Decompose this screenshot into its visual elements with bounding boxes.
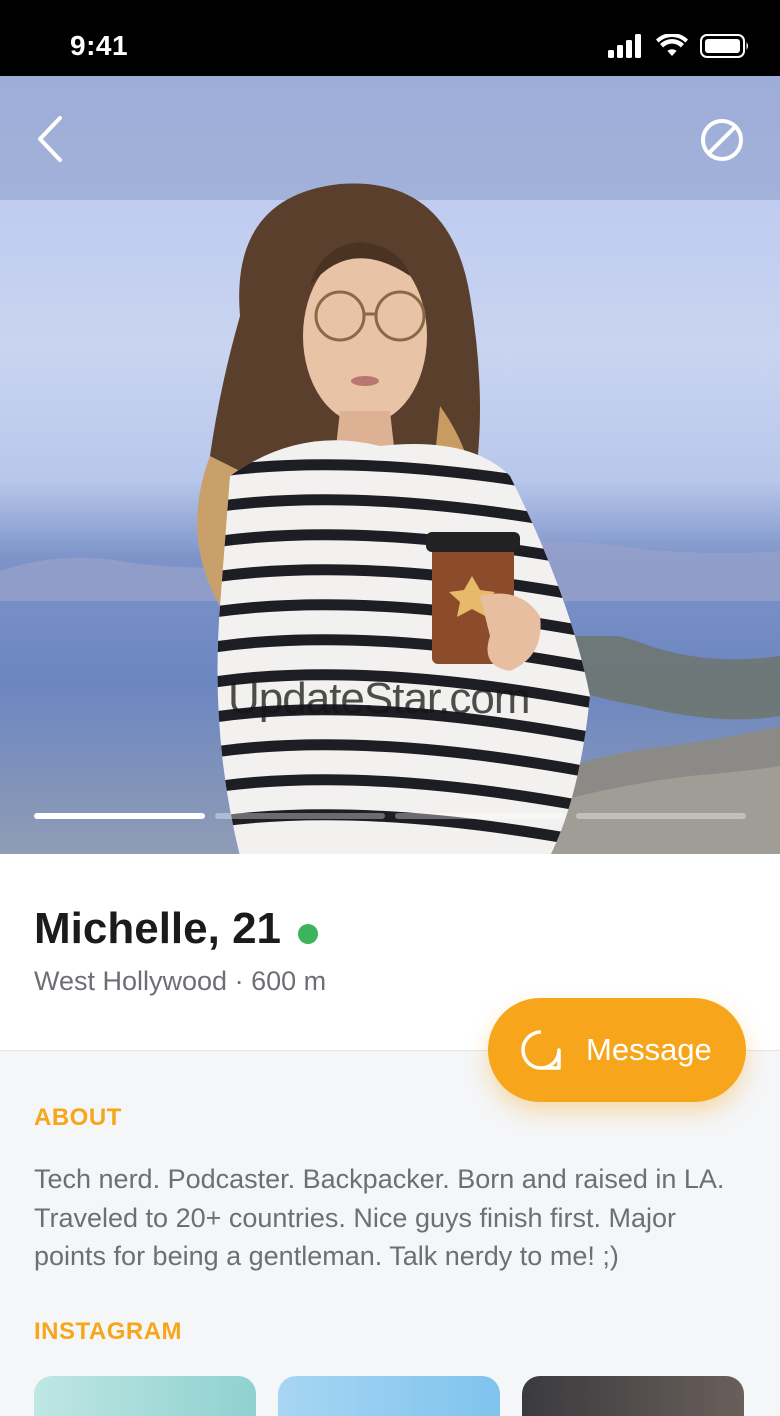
photo-indicator-segment[interactable] [34,813,205,819]
about-text: Tech nerd. Podcaster. Backpacker. Born a… [34,1164,725,1271]
instagram-heading: INSTAGRAM [34,1318,183,1345]
watermark: UpdateStar.com [228,674,530,723]
profile-photo[interactable]: UpdateStar.com [0,76,780,854]
photo-indicator-segment[interactable] [575,813,746,819]
battery-icon [700,34,748,58]
profile-location: West Hollywood · 600 m [34,966,327,996]
instagram-thumbnail[interactable] [278,1376,500,1416]
photo-page-indicator [34,813,746,821]
online-status-dot [298,924,318,944]
profile-name: Michelle, 21 [34,904,282,953]
status-time: 9:41 [70,30,129,61]
message-button[interactable]: Message [488,998,746,1102]
status-icons [608,34,750,58]
status-bar: 9:41 [0,0,780,76]
chevron-left-icon [38,116,62,162]
message-button-label: Message [586,1032,712,1067]
instagram-gallery [34,1376,744,1416]
back-button[interactable] [30,114,74,164]
person-portrait [197,183,590,854]
about-heading: ABOUT [34,1104,122,1131]
instagram-thumbnail[interactable] [522,1376,744,1416]
instagram-thumbnail[interactable] [34,1376,256,1416]
chat-bubble-icon [521,1030,561,1070]
block-icon [701,119,743,161]
block-button[interactable] [698,116,746,164]
photo-indicator-segment[interactable] [214,813,385,819]
photo-indicator-segment[interactable] [395,813,566,819]
wifi-icon [656,34,688,56]
cellular-signal-icon [608,34,641,58]
